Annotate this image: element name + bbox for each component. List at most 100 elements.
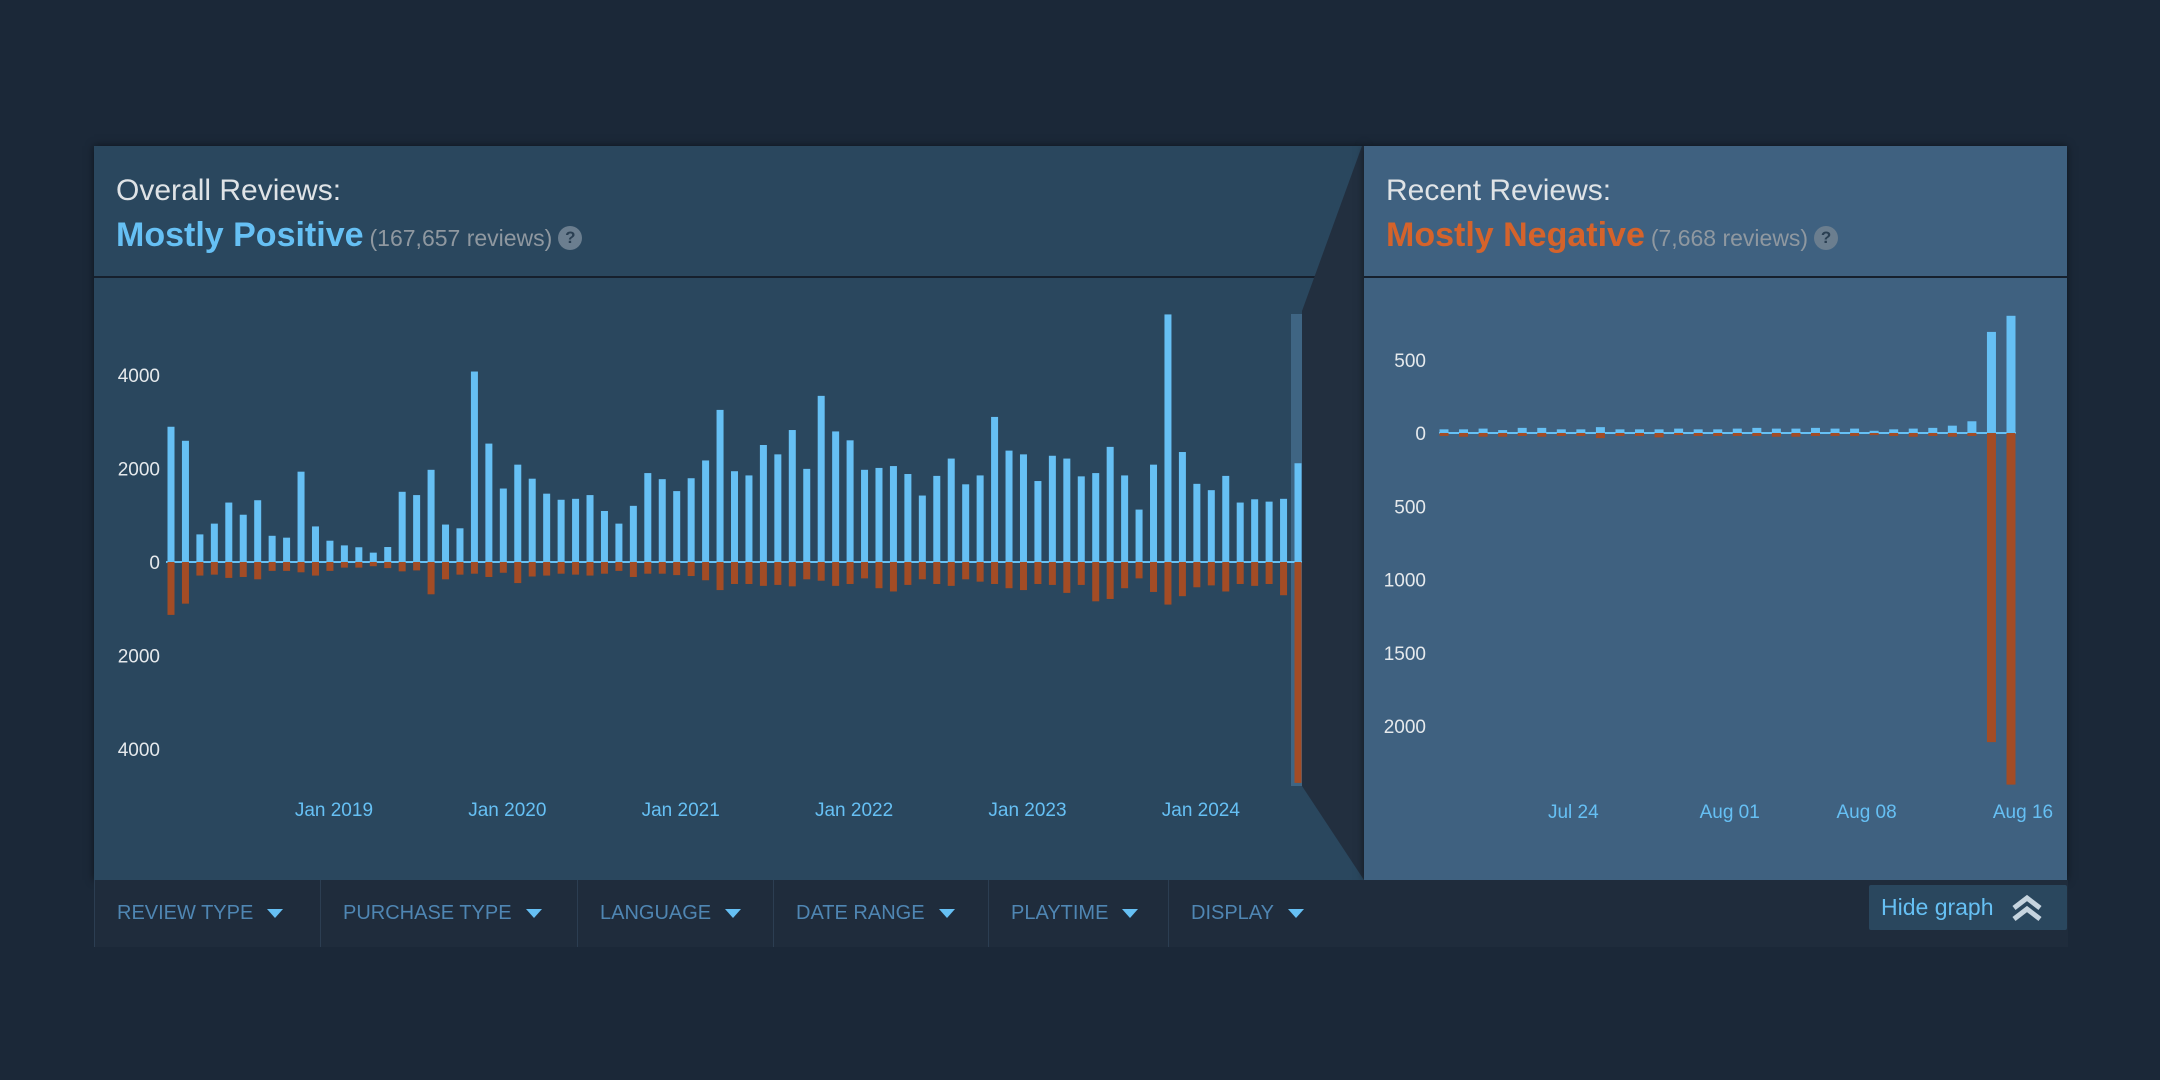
- x-tick-label: Aug 01: [1700, 802, 1760, 823]
- filter-label: REVIEW TYPE: [117, 902, 254, 924]
- negative-bar: [1869, 433, 1879, 436]
- filter-label: PURCHASE TYPE: [343, 902, 512, 924]
- negative-bar: [1439, 433, 1449, 436]
- positive-bar: [2006, 315, 2016, 433]
- x-tick-label: Aug 16: [1993, 802, 2053, 823]
- positive-bar: [1498, 430, 1508, 433]
- negative-bar: [1810, 433, 1820, 436]
- negative-bar: [1967, 433, 1977, 436]
- y-tick-label: 0: [1415, 424, 1426, 445]
- negative-bar: [1517, 433, 1527, 436]
- positive-bar: [1459, 429, 1469, 433]
- hide-graph-label: Hide graph: [1881, 894, 1994, 920]
- negative-bar: [1771, 433, 1781, 437]
- y-tick-label: 1500: [1384, 644, 1426, 665]
- positive-bar: [1732, 428, 1742, 433]
- negative-bar: [1635, 433, 1645, 436]
- recent-summary: Mostly Negative (7,668 reviews)?: [1386, 216, 1839, 255]
- filter-playtime[interactable]: PLAYTIME: [988, 880, 1168, 947]
- negative-bar: [1732, 433, 1742, 436]
- filter-purchase-type[interactable]: PURCHASE TYPE: [320, 880, 577, 947]
- positive-bar: [1869, 430, 1879, 433]
- recent-reviews-title: Recent Reviews:: [1386, 174, 1612, 207]
- filter-label: LANGUAGE: [600, 902, 712, 924]
- positive-bar: [1771, 428, 1781, 433]
- hide-graph-button[interactable]: Hide graph: [1869, 885, 2067, 930]
- caret-down-icon: [525, 909, 542, 918]
- positive-bar: [1693, 429, 1703, 433]
- recent-reviews-panel: 500 0 500 1000 1500 2000 Jul 24 Aug 01 Aug 08 Aug…: [1364, 146, 2067, 880]
- positive-bar: [1556, 429, 1566, 433]
- positive-bar: [1752, 427, 1762, 433]
- negative-bar: [1791, 433, 1801, 437]
- positive-bar: [1967, 421, 1977, 433]
- positive-bar: [1635, 429, 1645, 433]
- positive-bar: [1576, 429, 1586, 433]
- caret-down-icon: [725, 909, 742, 918]
- negative-bar: [1654, 433, 1664, 438]
- positive-bar: [1850, 428, 1860, 433]
- recent-reviews-header: Recent Reviews: Mostly Negative (7,668 re…: [1364, 146, 2067, 278]
- y-tick-label: 500: [1394, 497, 1426, 518]
- positive-bar: [1674, 428, 1684, 433]
- positive-bar: [1654, 429, 1664, 433]
- negative-bar: [1576, 433, 1586, 436]
- recent-review-count: (7,668 reviews): [1650, 225, 1809, 251]
- caret-down-icon: [1288, 909, 1304, 918]
- positive-bar: [1537, 427, 1547, 433]
- negative-bar: [1537, 433, 1547, 437]
- negative-bar: [1556, 433, 1566, 436]
- negative-bar: [1498, 433, 1508, 437]
- double-chevron-up-icon: [2012, 894, 2042, 921]
- overall-reviews-panel: 4000 2000 0 2000 4000 Jan 2019 Jan 2020 Jan 202…: [94, 146, 1364, 880]
- filter-display[interactable]: DISPLAY: [1168, 880, 1338, 947]
- positive-bar: [1908, 428, 1918, 433]
- help-icon[interactable]: ?: [1814, 226, 1839, 250]
- negative-bar: [1478, 433, 1488, 437]
- negative-bar: [1752, 433, 1762, 436]
- positive-bar: [1810, 427, 1820, 433]
- positive-bar: [1986, 331, 1996, 433]
- filter-bar: REVIEW TYPE PURCHASE TYPE LANGUAGE DATE …: [94, 880, 2068, 947]
- caret-down-icon: [1122, 909, 1139, 918]
- negative-bar: [1908, 433, 1918, 437]
- positive-bar: [1830, 428, 1840, 433]
- positive-bar: [1713, 429, 1723, 433]
- negative-bar: [1947, 433, 1957, 437]
- negative-bar: [1928, 433, 1938, 436]
- filter-label: DATE RANGE: [796, 902, 925, 924]
- negative-bar: [1615, 433, 1625, 436]
- positive-bar: [1889, 429, 1899, 433]
- negative-bar: [1889, 433, 1899, 436]
- filter-label: DISPLAY: [1191, 902, 1274, 924]
- positive-bar: [1928, 427, 1938, 433]
- negative-bar: [1713, 433, 1723, 436]
- positive-bar: [1439, 429, 1449, 433]
- x-tick-label: Jul 24: [1548, 802, 1599, 823]
- negative-bar: [1850, 433, 1860, 436]
- negative-bar: [1459, 433, 1469, 437]
- negative-bar: [1830, 433, 1840, 436]
- y-tick-label: 500: [1394, 351, 1426, 372]
- positive-bar: [1595, 427, 1605, 433]
- negative-bar: [1674, 433, 1684, 436]
- positive-bar: [1615, 429, 1625, 433]
- y-tick-label: 1000: [1384, 571, 1426, 592]
- recent-rating: Mostly Negative: [1386, 216, 1645, 254]
- filter-date-range[interactable]: DATE RANGE: [773, 880, 988, 947]
- negative-bar: [1595, 433, 1605, 439]
- negative-bar: [1986, 433, 1996, 743]
- negative-bar: [1693, 433, 1703, 436]
- filter-language[interactable]: LANGUAGE: [577, 880, 773, 947]
- zoom-connector-wedge: [1302, 146, 1364, 880]
- positive-bar: [1478, 428, 1488, 433]
- positive-bar: [1517, 427, 1527, 433]
- caret-down-icon: [938, 909, 955, 918]
- positive-bar: [1947, 425, 1957, 433]
- caret-down-icon: [267, 909, 284, 918]
- filter-review-type[interactable]: REVIEW TYPE: [94, 880, 320, 947]
- negative-bar: [2006, 433, 2016, 785]
- y-tick-label: 2000: [1384, 717, 1426, 738]
- x-tick-label: Aug 08: [1836, 802, 1896, 823]
- positive-bar: [1791, 428, 1801, 433]
